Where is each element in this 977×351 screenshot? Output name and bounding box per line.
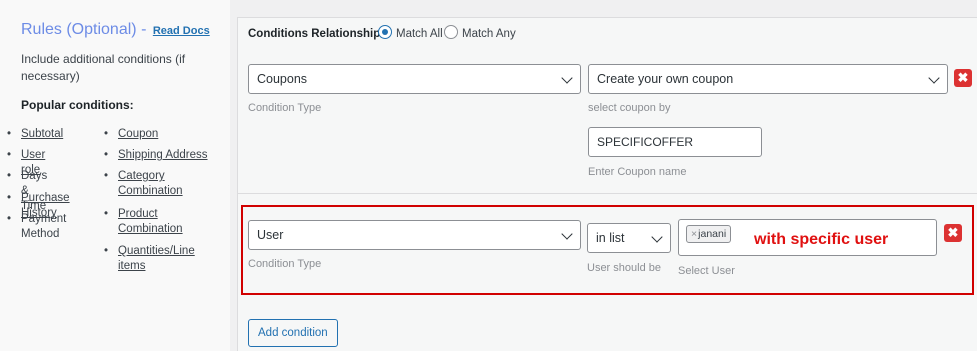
coupon-name-hint: Enter Coupon name bbox=[588, 166, 687, 178]
popular-item-category-combination[interactable]: Category Combination bbox=[104, 169, 208, 199]
title-separator: - bbox=[141, 21, 147, 38]
user-select-input[interactable]: ×janani with specific user bbox=[678, 219, 937, 256]
condition-type-value: User bbox=[257, 228, 284, 242]
coupon-mode-select[interactable]: Create your own coupon bbox=[588, 64, 948, 94]
condition-type-hint: Condition Type bbox=[248, 102, 322, 114]
condition-divider bbox=[238, 193, 977, 194]
popular-item-coupon[interactable]: Coupon bbox=[104, 127, 158, 142]
popular-conditions-heading: Popular conditions: bbox=[21, 98, 134, 112]
delete-condition-2-button[interactable]: ✖ bbox=[944, 224, 962, 242]
popular-link-subtotal[interactable]: Subtotal bbox=[21, 128, 63, 140]
condition-type-select-coupons[interactable]: Coupons bbox=[248, 64, 581, 94]
popular-item-shipping-address[interactable]: Shipping Address bbox=[104, 148, 208, 163]
popular-item-subtotal[interactable]: Subtotal bbox=[7, 127, 63, 142]
popular-text-payment-method: Payment Method bbox=[21, 213, 67, 240]
radio-match-all-label[interactable]: Match All bbox=[396, 28, 443, 40]
rules-title: Rules (Optional) - Read Docs bbox=[21, 21, 210, 39]
tag-remove-icon[interactable]: × bbox=[691, 228, 697, 240]
chevron-down-icon bbox=[651, 231, 663, 243]
sidebar: Rules (Optional) - Read Docs Include add… bbox=[0, 0, 230, 351]
condition-type-hint: Condition Type bbox=[248, 258, 322, 270]
conditions-panel: Conditions Relationship Match All Match … bbox=[237, 17, 977, 351]
user-tag: ×janani bbox=[686, 225, 732, 243]
popular-item-payment-method: Payment Method bbox=[7, 212, 67, 242]
user-operator-select[interactable]: in list bbox=[587, 223, 671, 253]
radio-match-any[interactable] bbox=[444, 25, 458, 39]
chevron-down-icon bbox=[928, 72, 940, 84]
coupon-mode-hint: select coupon by bbox=[588, 102, 671, 114]
rules-description: Include additional conditions (if necess… bbox=[21, 52, 186, 83]
user-operator-value: in list bbox=[596, 231, 625, 245]
user-tag-label: janani bbox=[698, 228, 727, 240]
popular-item-quantities[interactable]: Quantities/Line items bbox=[104, 244, 218, 274]
chevron-down-icon bbox=[561, 72, 573, 84]
popular-link-category-combination[interactable]: Category Combination bbox=[118, 170, 183, 197]
radio-match-all[interactable] bbox=[378, 25, 392, 39]
rules-title-text: Rules (Optional) bbox=[21, 21, 137, 38]
popular-link-shipping-address[interactable]: Shipping Address bbox=[118, 149, 208, 161]
condition-type-select-user[interactable]: User bbox=[248, 220, 581, 250]
annotation-with-specific-user: with specific user bbox=[754, 231, 889, 248]
select-user-hint: Select User bbox=[678, 265, 735, 277]
popular-item-product-combination[interactable]: Product Combination bbox=[104, 207, 208, 237]
read-docs-link[interactable]: Read Docs bbox=[153, 25, 210, 37]
coupon-mode-value: Create your own coupon bbox=[597, 72, 734, 86]
popular-link-quantities[interactable]: Quantities/Line items bbox=[118, 245, 195, 272]
coupon-name-input[interactable]: SPECIFICOFFER bbox=[588, 127, 762, 157]
delete-condition-1-button[interactable]: ✖ bbox=[954, 69, 972, 87]
user-operator-hint: User should be bbox=[587, 262, 661, 274]
popular-link-coupon[interactable]: Coupon bbox=[118, 128, 158, 140]
relationship-label: Conditions Relationship bbox=[248, 28, 381, 40]
chevron-down-icon bbox=[561, 228, 573, 240]
condition-type-value: Coupons bbox=[257, 72, 308, 86]
popular-link-product-combination[interactable]: Product Combination bbox=[118, 208, 183, 235]
radio-match-any-label[interactable]: Match Any bbox=[462, 28, 516, 40]
add-condition-button[interactable]: Add condition bbox=[248, 319, 338, 347]
